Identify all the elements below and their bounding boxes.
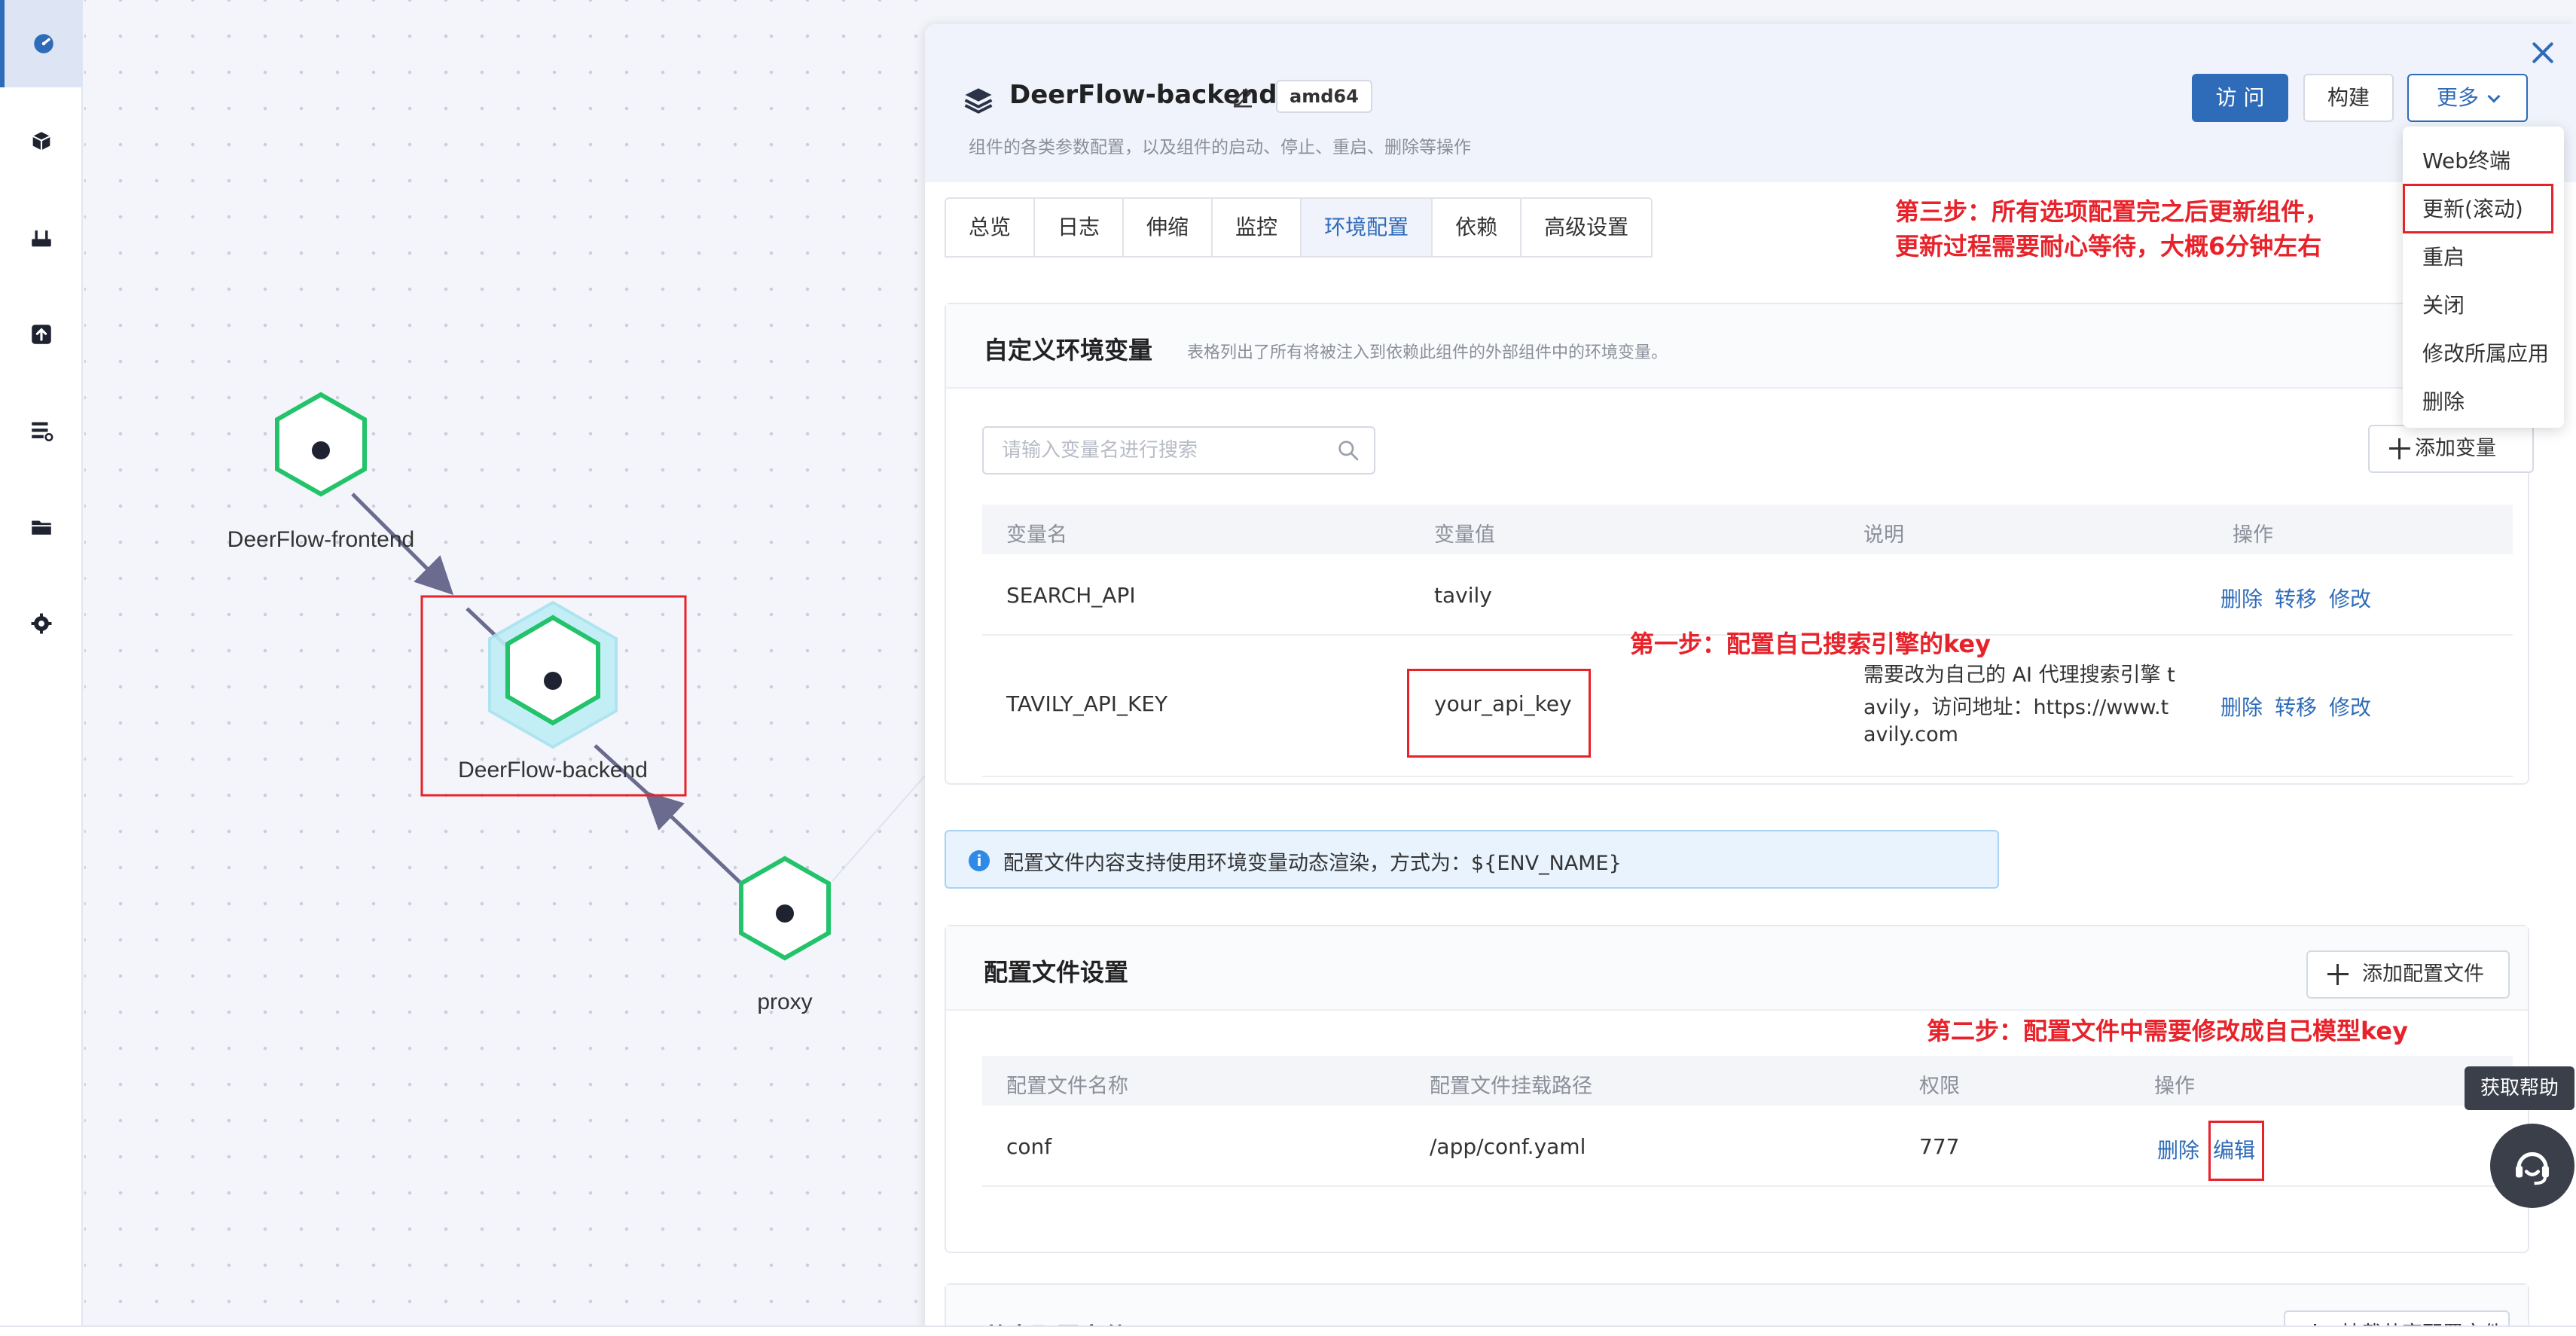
env-vars-title: 自定义环境变量 — [984, 336, 1153, 365]
highlight-box-api-key — [1407, 669, 1591, 758]
menu-item-web-terminal[interactable]: Web终端 — [2403, 137, 2564, 185]
node-deerflow-frontend[interactable]: DeerFlow-frontend — [227, 392, 414, 552]
tab-bar: 总览 日志 伸缩 监控 环境配置 依赖 高级设置 — [945, 197, 1653, 258]
modify-link[interactable]: 修改 — [2329, 691, 2371, 721]
env-vars-card: 自定义环境变量 表格列出了所有将被注入到依赖此组件的外部组件中的环境变量。 添加… — [945, 303, 2534, 785]
modify-link[interactable]: 修改 — [2329, 583, 2371, 613]
config-files-card: 配置文件设置 添加配置文件 第二步：配置文件中需要修改成自己模型key 配置文件… — [945, 925, 2529, 1253]
config-path: /app/conf.yaml — [1430, 1134, 1586, 1159]
layers-icon — [964, 88, 993, 114]
table-row: SEARCH_API tavily 删除 转移 修改 — [982, 554, 2513, 636]
tab-overview[interactable]: 总览 — [946, 199, 1036, 256]
highlight-box-rolling-update — [2403, 184, 2553, 233]
annotation-step3-line1: 第三步：所有选项配置完之后更新组件， — [1895, 197, 2330, 226]
menu-item-change-app[interactable]: 修改所属应用 — [2403, 330, 2564, 378]
more-dropdown-menu: Web终端 更新(滚动) 重启 关闭 修改所属应用 删除 — [2403, 127, 2564, 428]
highlight-box-edit — [2208, 1121, 2264, 1181]
col-config-path: 配置文件挂载路径 — [1430, 1075, 1592, 1098]
var-name: SEARCH_API — [1006, 583, 1136, 608]
col-var-name: 变量名 — [1006, 523, 1067, 547]
annotation-step1: 第一步：配置自己搜索引擎的key — [1630, 630, 1991, 658]
more-button[interactable]: 更多 — [2407, 74, 2528, 122]
node-proxy[interactable]: proxy — [739, 856, 831, 1014]
var-value: tavily — [1434, 583, 1492, 608]
add-variable-label: 添加变量 — [2415, 437, 2496, 460]
add-config-file-button[interactable]: 添加配置文件 — [2306, 950, 2510, 999]
add-config-file-label: 添加配置文件 — [2362, 962, 2484, 986]
col-config-actions: 操作 — [2154, 1075, 2195, 1098]
tab-logs[interactable]: 日志 — [1035, 199, 1125, 256]
tab-scaling[interactable]: 伸缩 — [1124, 199, 1213, 256]
node-label: DeerFlow-backend — [458, 758, 648, 782]
var-desc-line: avily.com — [1863, 723, 1958, 746]
edit-icon[interactable] — [1231, 84, 1255, 108]
col-config-perm: 权限 — [1919, 1075, 1960, 1098]
build-button[interactable]: 构建 — [2303, 74, 2394, 122]
search-icon — [1338, 441, 1359, 461]
config-perm: 777 — [1919, 1134, 1960, 1159]
config-table-header: 配置文件名称 配置文件挂载路径 权限 操作 — [982, 1056, 2513, 1106]
delete-link[interactable]: 删除 — [2220, 691, 2263, 721]
menu-item-restart[interactable]: 重启 — [2403, 233, 2564, 282]
visit-button[interactable]: 访 问 — [2192, 74, 2288, 122]
info-text: 配置文件内容支持使用环境变量动态渲染，方式为：${ENV_NAME} — [1003, 852, 1622, 875]
chevron-down-icon — [2487, 90, 2501, 103]
plus-icon — [2327, 964, 2349, 985]
node-label: DeerFlow-frontend — [227, 527, 414, 552]
bottom-strip — [0, 1325, 2576, 1336]
env-search-input[interactable] — [982, 426, 1375, 474]
transfer-link[interactable]: 转移 — [2275, 583, 2317, 613]
help-tooltip: 获取帮助 — [2465, 1066, 2574, 1110]
tab-env-config[interactable]: 环境配置 — [1302, 199, 1433, 256]
delete-link[interactable]: 删除 — [2157, 1134, 2199, 1164]
edge-proxy-backend — [644, 791, 743, 886]
info-banner: i 配置文件内容支持使用环境变量动态渲染，方式为：${ENV_NAME} — [945, 830, 1999, 889]
annotation-step3-line2: 更新过程需要耐心等待，大概6分钟左右 — [1895, 232, 2322, 261]
var-desc-line: 需要改为自己的 AI 代理搜索引擎 t — [1863, 663, 2175, 687]
col-var-desc: 说明 — [1863, 523, 1904, 547]
arch-badge: amd64 — [1276, 80, 1372, 113]
component-detail-panel: DeerFlow-backend amd64 组件的各类参数配置，以及组件的启动… — [925, 24, 2576, 1336]
annotation-step2: 第二步：配置文件中需要修改成自己模型key — [1927, 1017, 2408, 1045]
add-variable-button[interactable]: 添加变量 — [2368, 425, 2534, 473]
tab-monitoring[interactable]: 监控 — [1213, 199, 1302, 256]
panel-header: DeerFlow-backend amd64 组件的各类参数配置，以及组件的启动… — [925, 24, 2576, 182]
transfer-link[interactable]: 转移 — [2275, 691, 2317, 721]
plus-icon — [2389, 438, 2410, 459]
component-subtitle: 组件的各类参数配置，以及组件的启动、停止、重启、删除等操作 — [969, 138, 1471, 157]
headset-icon — [2516, 1151, 2549, 1185]
tab-dependencies[interactable]: 依赖 — [1433, 199, 1522, 256]
col-var-value: 变量值 — [1434, 523, 1495, 547]
tab-advanced[interactable]: 高级设置 — [1521, 199, 1651, 256]
config-name: conf — [1006, 1134, 1052, 1159]
env-vars-header: 自定义环境变量 表格列出了所有将被注入到依赖此组件的外部组件中的环境变量。 — [946, 304, 2528, 389]
info-icon: i — [969, 850, 990, 871]
more-button-label: 更多 — [2436, 85, 2479, 110]
var-desc-line: avily，访问地址：https://www.t — [1863, 696, 2169, 719]
config-files-title: 配置文件设置 — [984, 958, 1129, 987]
env-vars-description: 表格列出了所有将被注入到依赖此组件的外部组件中的环境变量。 — [1187, 343, 1668, 362]
close-icon[interactable] — [2528, 38, 2558, 68]
col-config-name: 配置文件名称 — [1006, 1075, 1128, 1098]
var-name: TAVILY_API_KEY — [1006, 691, 1168, 716]
node-label: proxy — [757, 990, 812, 1014]
env-table-header: 变量名 变量值 说明 操作 — [982, 505, 2513, 554]
menu-item-close[interactable]: 关闭 — [2403, 282, 2564, 330]
topology-graph: DeerFlow-frontend DeerFlow-backend proxy — [227, 392, 926, 1014]
col-var-actions: 操作 — [2233, 523, 2273, 547]
help-button[interactable] — [2490, 1124, 2574, 1208]
table-row: conf /app/conf.yaml 777 删除 编辑 — [982, 1106, 2513, 1187]
delete-link[interactable]: 删除 — [2220, 583, 2263, 613]
menu-item-delete[interactable]: 删除 — [2403, 378, 2564, 426]
config-files-header: 配置文件设置 添加配置文件 — [946, 926, 2528, 1011]
